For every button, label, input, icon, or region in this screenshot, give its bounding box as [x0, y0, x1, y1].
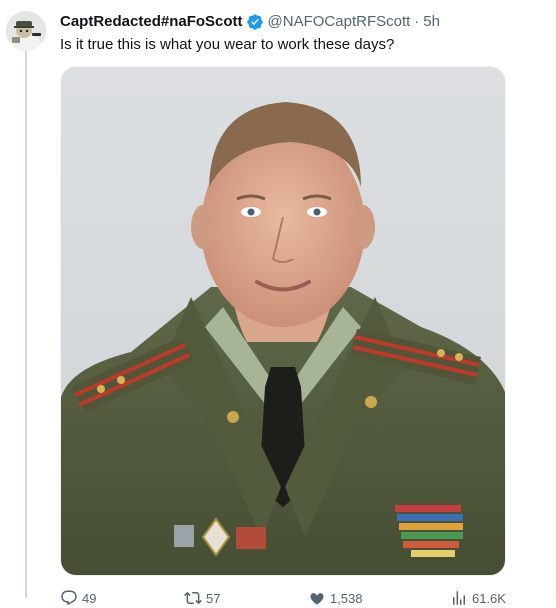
- reply-button[interactable]: 49: [60, 588, 96, 608]
- like-button[interactable]: 1,538: [308, 588, 363, 608]
- like-icon: [310, 593, 324, 605]
- views-icon: [452, 591, 465, 605]
- separator-dot: ·: [414, 13, 420, 30]
- author-display-name[interactable]: CaptRedacted#naFoScott: [60, 12, 243, 32]
- verified-badge-icon[interactable]: [246, 13, 264, 31]
- reply-icon: [61, 590, 77, 606]
- tweet-photo[interactable]: [60, 66, 506, 576]
- views-count: 61.6K: [471, 590, 506, 606]
- tweet-header: CaptRedacted#naFoScott @NAFOCaptRFScott …: [60, 12, 440, 32]
- like-count: 1,538: [329, 590, 363, 606]
- author-handle[interactable]: @NAFOCaptRFScott: [268, 12, 411, 32]
- tweet-action-bar: 49 57 1,538 61.6K: [60, 588, 506, 608]
- thread-line: [25, 50, 27, 598]
- retweet-button[interactable]: 57: [184, 588, 220, 608]
- tweet-timestamp[interactable]: 5h: [423, 12, 440, 32]
- avatar-image: [6, 11, 46, 51]
- retweet-icon: [184, 591, 202, 605]
- retweet-count: 57: [205, 590, 221, 606]
- avatar[interactable]: [6, 11, 46, 51]
- tweet-text: Is it true this is what you wear to work…: [60, 36, 395, 53]
- reply-count: 49: [82, 590, 97, 606]
- uniform-portrait-image: [61, 67, 505, 575]
- views-button[interactable]: 61.6K: [450, 588, 506, 608]
